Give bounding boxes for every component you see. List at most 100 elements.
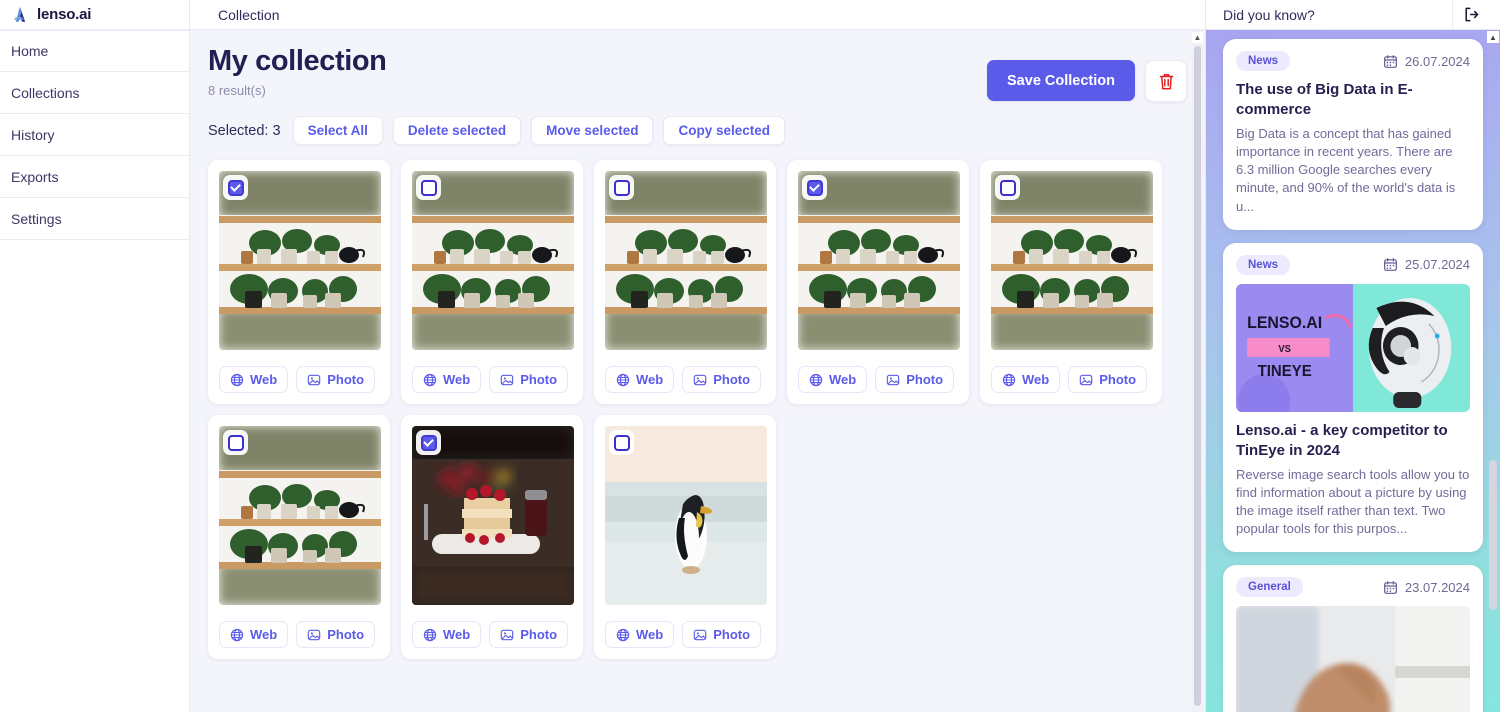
result-checkbox[interactable]: [609, 175, 634, 200]
web-button-label: Web: [636, 627, 664, 642]
image-icon: [693, 629, 707, 640]
result-checkbox[interactable]: [223, 175, 248, 200]
news-card[interactable]: General 23.07.2024: [1223, 565, 1483, 712]
photo-button[interactable]: Photo: [296, 621, 376, 648]
move-selected-button[interactable]: Move selected: [531, 116, 654, 145]
result-thumbnail[interactable]: [991, 171, 1153, 350]
photo-button[interactable]: Photo: [296, 366, 376, 393]
result-card[interactable]: Web Photo: [401, 415, 583, 659]
news-date: 26.07.2024: [1383, 54, 1470, 69]
svg-text:TINEYE: TINEYE: [1258, 362, 1312, 380]
result-checkbox[interactable]: [802, 175, 827, 200]
checkbox-unchecked-icon[interactable]: [613, 179, 630, 196]
checkbox-checked-icon[interactable]: [806, 179, 823, 196]
results-grid: Web Photo Web Photo Web Photo Web Photo …: [208, 160, 1187, 659]
web-button[interactable]: Web: [991, 366, 1061, 393]
main-area: Collection My collection 8 result(s) Sav…: [190, 0, 1205, 712]
checkbox-unchecked-icon[interactable]: [227, 434, 244, 451]
result-checkbox[interactable]: [416, 175, 441, 200]
checkbox-checked-icon[interactable]: [227, 179, 244, 196]
result-thumbnail[interactable]: [605, 426, 767, 605]
result-card[interactable]: Web Photo: [787, 160, 969, 404]
news-card-excerpt: Big Data is a concept that has gained im…: [1236, 125, 1456, 214]
sidebar-item-home[interactable]: Home: [0, 30, 189, 72]
web-button[interactable]: Web: [412, 621, 482, 648]
main-scrollbar[interactable]: ▲: [1192, 30, 1203, 712]
photo-button-label: Photo: [520, 372, 558, 387]
result-thumbnail[interactable]: [412, 426, 574, 605]
sidebar-item-exports[interactable]: Exports: [0, 156, 189, 198]
news-card[interactable]: News 25.07.2024 LENSO.AI VS TINEYE Lenso…: [1223, 242, 1483, 553]
web-button[interactable]: Web: [219, 621, 289, 648]
web-button[interactable]: Web: [219, 366, 289, 393]
result-card[interactable]: Web Photo: [594, 415, 776, 659]
scrollbar-thumb[interactable]: [1194, 46, 1201, 706]
result-checkbox[interactable]: [416, 430, 441, 455]
web-button[interactable]: Web: [798, 366, 868, 393]
news-card[interactable]: News 26.07.2024 The use of Big Data in E…: [1223, 39, 1483, 230]
checkbox-unchecked-icon[interactable]: [999, 179, 1016, 196]
sidebar-item-label: Settings: [11, 210, 62, 227]
photo-button[interactable]: Photo: [1068, 366, 1148, 393]
result-card-actions: Web Photo: [991, 366, 1151, 393]
copy-selected-button[interactable]: Copy selected: [663, 116, 785, 145]
sidebar-item-label: Home: [11, 43, 49, 59]
result-card[interactable]: Web Photo: [208, 415, 390, 659]
result-card[interactable]: Web Photo: [980, 160, 1162, 404]
result-thumbnail[interactable]: [798, 171, 960, 350]
svg-text:VS: VS: [1278, 344, 1291, 355]
web-button-label: Web: [250, 627, 278, 642]
photo-button-label: Photo: [1099, 372, 1137, 387]
news-date: 23.07.2024: [1383, 580, 1470, 595]
result-card[interactable]: Web Photo: [594, 160, 776, 404]
delete-collection-button[interactable]: [1145, 60, 1187, 102]
page-title: My collection: [208, 45, 387, 77]
photo-button[interactable]: Photo: [489, 621, 569, 648]
result-checkbox[interactable]: [223, 430, 248, 455]
result-thumbnail[interactable]: [219, 171, 381, 350]
image-icon: [307, 374, 321, 385]
web-button[interactable]: Web: [605, 621, 675, 648]
photo-button[interactable]: Photo: [489, 366, 569, 393]
checkbox-unchecked-icon[interactable]: [613, 434, 630, 451]
logout-icon: [1465, 7, 1479, 22]
image-icon: [500, 629, 514, 640]
globe-icon: [230, 628, 244, 641]
news-card-meta: News 25.07.2024: [1236, 254, 1470, 275]
photo-button[interactable]: Photo: [682, 366, 762, 393]
sidebar-item-collections[interactable]: Collections: [0, 72, 189, 114]
result-thumbnail[interactable]: [219, 426, 381, 605]
sidebar-item-history[interactable]: History: [0, 114, 189, 156]
selection-toolbar: Selected: 3 Select All Delete selected M…: [208, 116, 1187, 145]
logout-button[interactable]: [1452, 0, 1490, 29]
photo-button[interactable]: Photo: [875, 366, 955, 393]
selected-count-label: Selected: 3: [208, 122, 281, 139]
photo-button[interactable]: Photo: [682, 621, 762, 648]
news-list[interactable]: News 26.07.2024 The use of Big Data in E…: [1206, 30, 1500, 712]
result-thumbnail[interactable]: [605, 171, 767, 350]
web-button[interactable]: Web: [605, 366, 675, 393]
sidebar-nav: Home Collections History Exports Setting…: [0, 30, 189, 240]
news-date-text: 26.07.2024: [1404, 53, 1470, 69]
result-card[interactable]: Web Photo: [208, 160, 390, 404]
result-checkbox[interactable]: [609, 430, 634, 455]
scroll-up-arrow-icon[interactable]: ▲: [1192, 32, 1203, 43]
web-button[interactable]: Web: [412, 366, 482, 393]
result-thumbnail[interactable]: [412, 171, 574, 350]
result-checkbox[interactable]: [995, 175, 1020, 200]
sidebar-item-settings[interactable]: Settings: [0, 198, 189, 240]
web-button-label: Web: [1022, 372, 1050, 387]
result-card[interactable]: Web Photo: [401, 160, 583, 404]
delete-selected-button[interactable]: Delete selected: [392, 116, 522, 145]
checkbox-checked-icon[interactable]: [420, 434, 437, 451]
news-panel-header: Did you know?: [1206, 0, 1500, 30]
page-header: My collection 8 result(s) Save Collectio…: [208, 44, 1187, 102]
image-icon: [1079, 374, 1093, 385]
checkbox-unchecked-icon[interactable]: [420, 179, 437, 196]
brand-logo[interactable]: lenso.ai: [0, 0, 189, 30]
save-collection-button[interactable]: Save Collection: [987, 60, 1135, 101]
photo-button-label: Photo: [713, 372, 751, 387]
select-all-button[interactable]: Select All: [292, 116, 383, 145]
web-button-label: Web: [829, 372, 857, 387]
news-card-title: Lenso.ai - a key competitor to TinEye in…: [1236, 421, 1448, 459]
